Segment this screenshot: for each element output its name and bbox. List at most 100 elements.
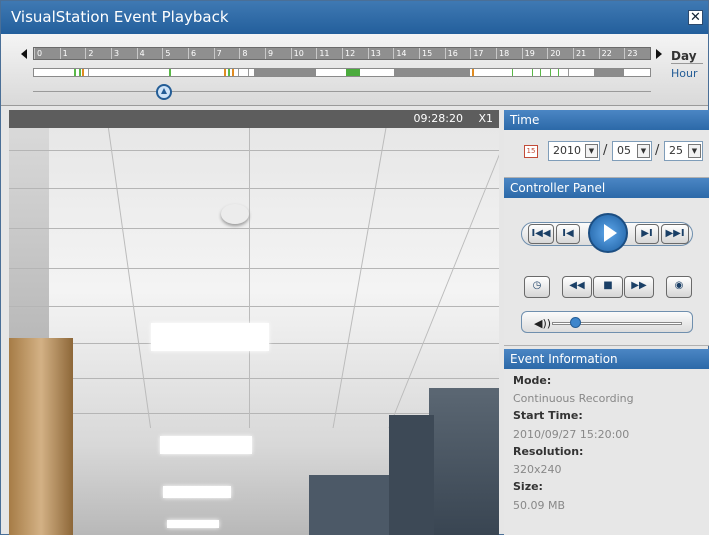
recording-segment (594, 69, 624, 76)
hour-tick-16[interactable]: 16 (444, 48, 471, 59)
year-select[interactable]: 2010 ▼ (548, 141, 600, 161)
ceiling-grid (388, 128, 499, 428)
hour-tick-20[interactable]: 20 (547, 48, 573, 59)
hour-tick-23[interactable]: 23 (624, 48, 650, 59)
month-value: 05 (617, 144, 631, 157)
hour-tick-12[interactable]: 12 (342, 48, 368, 59)
year-value: 2010 (553, 144, 581, 157)
time-panel-header: Time (504, 110, 709, 130)
ceiling-grid (9, 268, 499, 269)
recording-segment (532, 69, 533, 76)
hour-tick-9[interactable]: 9 (265, 48, 291, 59)
recording-segment (238, 69, 239, 76)
camera-frame (9, 128, 499, 535)
day-select[interactable]: 25 ▼ (664, 141, 703, 161)
first-frame-button[interactable]: I◀◀ (528, 224, 554, 244)
hour-scale[interactable]: 0 1 2 3 4 5 6 7 8 9 10 11 12 13 14 15 16 17 18 19 20 21 22 23 (33, 47, 651, 60)
hour-tick-4[interactable]: 4 (136, 48, 163, 59)
month-select[interactable]: 05 ▼ (612, 141, 652, 161)
size-value: 50.09 MB (513, 499, 566, 512)
hour-tick-2[interactable]: 2 (85, 48, 111, 59)
hour-tick-13[interactable]: 13 (367, 48, 394, 59)
hour-tick-21[interactable]: 21 (573, 48, 599, 59)
recording-segment (254, 69, 316, 76)
timeline-prev-arrow-icon[interactable] (21, 49, 27, 59)
ceiling-grid (9, 378, 499, 379)
hour-tick-1[interactable]: 1 (59, 48, 86, 59)
controller-panel-header: Controller Panel (504, 178, 709, 198)
recording-segment (540, 69, 541, 76)
recording-segment (512, 69, 513, 76)
video-viewport[interactable]: 09:28:20 X1 (9, 110, 499, 535)
event-info-header: Event Information (504, 349, 709, 369)
calendar-icon[interactable]: 15 (524, 145, 538, 158)
start-time-label: Start Time: (513, 409, 583, 422)
hour-tick-22[interactable]: 22 (598, 48, 625, 59)
camera-snapshot-icon[interactable]: ◉ (666, 276, 692, 298)
playback-window: VisualStation Event Playback ✕ 012345678… (0, 0, 709, 535)
video-status-bar: 09:28:20 X1 (9, 110, 499, 128)
side-panel: Time 15 2010 ▼ / 05 ▼ / 25 ▼ Controller … (504, 110, 709, 535)
hour-tick-6[interactable]: 6 (188, 48, 214, 59)
window-title: VisualStation Event Playback (11, 8, 229, 26)
playback-speed: X1 (478, 112, 493, 125)
last-frame-button[interactable]: ▶▶I (661, 224, 689, 244)
recording-bar[interactable] (33, 68, 651, 77)
hour-tick-11[interactable]: 11 (316, 48, 342, 59)
recording-segment (82, 69, 84, 76)
ceiling-grid (332, 128, 387, 428)
recording-segment (74, 69, 76, 76)
date-separator: / (603, 143, 608, 158)
ceiling-grid (9, 188, 499, 189)
play-button[interactable] (588, 213, 628, 253)
hour-mode-link[interactable]: Hour (671, 67, 698, 80)
recording-segment (550, 69, 551, 76)
resolution-value: 320x240 (513, 463, 562, 476)
ceiling-grid (9, 228, 499, 229)
ceiling-light (163, 486, 231, 498)
previous-frame-button[interactable]: I◀ (556, 224, 580, 244)
hour-tick-0[interactable]: 0 (34, 48, 60, 59)
ceiling-light (151, 323, 269, 351)
start-time-value: 2010/09/27 15:20:00 (513, 428, 630, 441)
next-frame-button[interactable]: ▶I (635, 224, 659, 244)
clock-icon[interactable]: ◷ (524, 276, 550, 298)
chevron-down-icon: ▼ (637, 144, 650, 158)
ceiling-grid (249, 128, 250, 428)
ceiling-grid (9, 150, 499, 151)
hour-tick-10[interactable]: 10 (290, 48, 317, 59)
recording-segment (568, 69, 569, 76)
hour-tick-3[interactable]: 3 (111, 48, 137, 59)
ceiling-smoke-detector (221, 204, 249, 224)
hour-tick-7[interactable]: 7 (213, 48, 240, 59)
hour-tick-14[interactable]: 14 (393, 48, 419, 59)
mode-divider (671, 63, 703, 64)
hour-tick-15[interactable]: 15 (419, 48, 445, 59)
ceiling-light (160, 436, 252, 454)
camera-frame-wall (429, 388, 499, 535)
recording-segment (232, 69, 234, 76)
day-mode-link[interactable]: Day (671, 49, 697, 63)
mode-value: Continuous Recording (513, 392, 634, 405)
hour-tick-18[interactable]: 18 (496, 48, 522, 59)
close-button[interactable]: ✕ (688, 10, 703, 25)
camera-frame-pillar (9, 338, 73, 535)
camera-frame-partition (309, 475, 399, 535)
recording-segment (394, 69, 470, 76)
stop-button[interactable]: ■ (593, 276, 623, 298)
hour-tick-17[interactable]: 17 (470, 48, 496, 59)
hour-tick-5[interactable]: 5 (162, 48, 188, 59)
recording-segment (224, 69, 226, 76)
video-timestamp: 09:28:20 (413, 112, 463, 125)
speaker-icon[interactable]: ◀)) (534, 317, 551, 330)
timeline-slider-thumb[interactable] (155, 84, 172, 100)
hour-tick-19[interactable]: 19 (521, 48, 548, 59)
camera-frame-partition (389, 415, 434, 535)
fast-forward-button[interactable]: ▶▶ (624, 276, 654, 298)
hour-tick-8[interactable]: 8 (239, 48, 265, 59)
timeline-next-arrow-icon[interactable] (656, 49, 662, 59)
size-label: Size: (513, 480, 543, 493)
rewind-button[interactable]: ◀◀ (562, 276, 592, 298)
timeline-slider-track[interactable] (33, 91, 651, 92)
day-value: 25 (669, 144, 683, 157)
